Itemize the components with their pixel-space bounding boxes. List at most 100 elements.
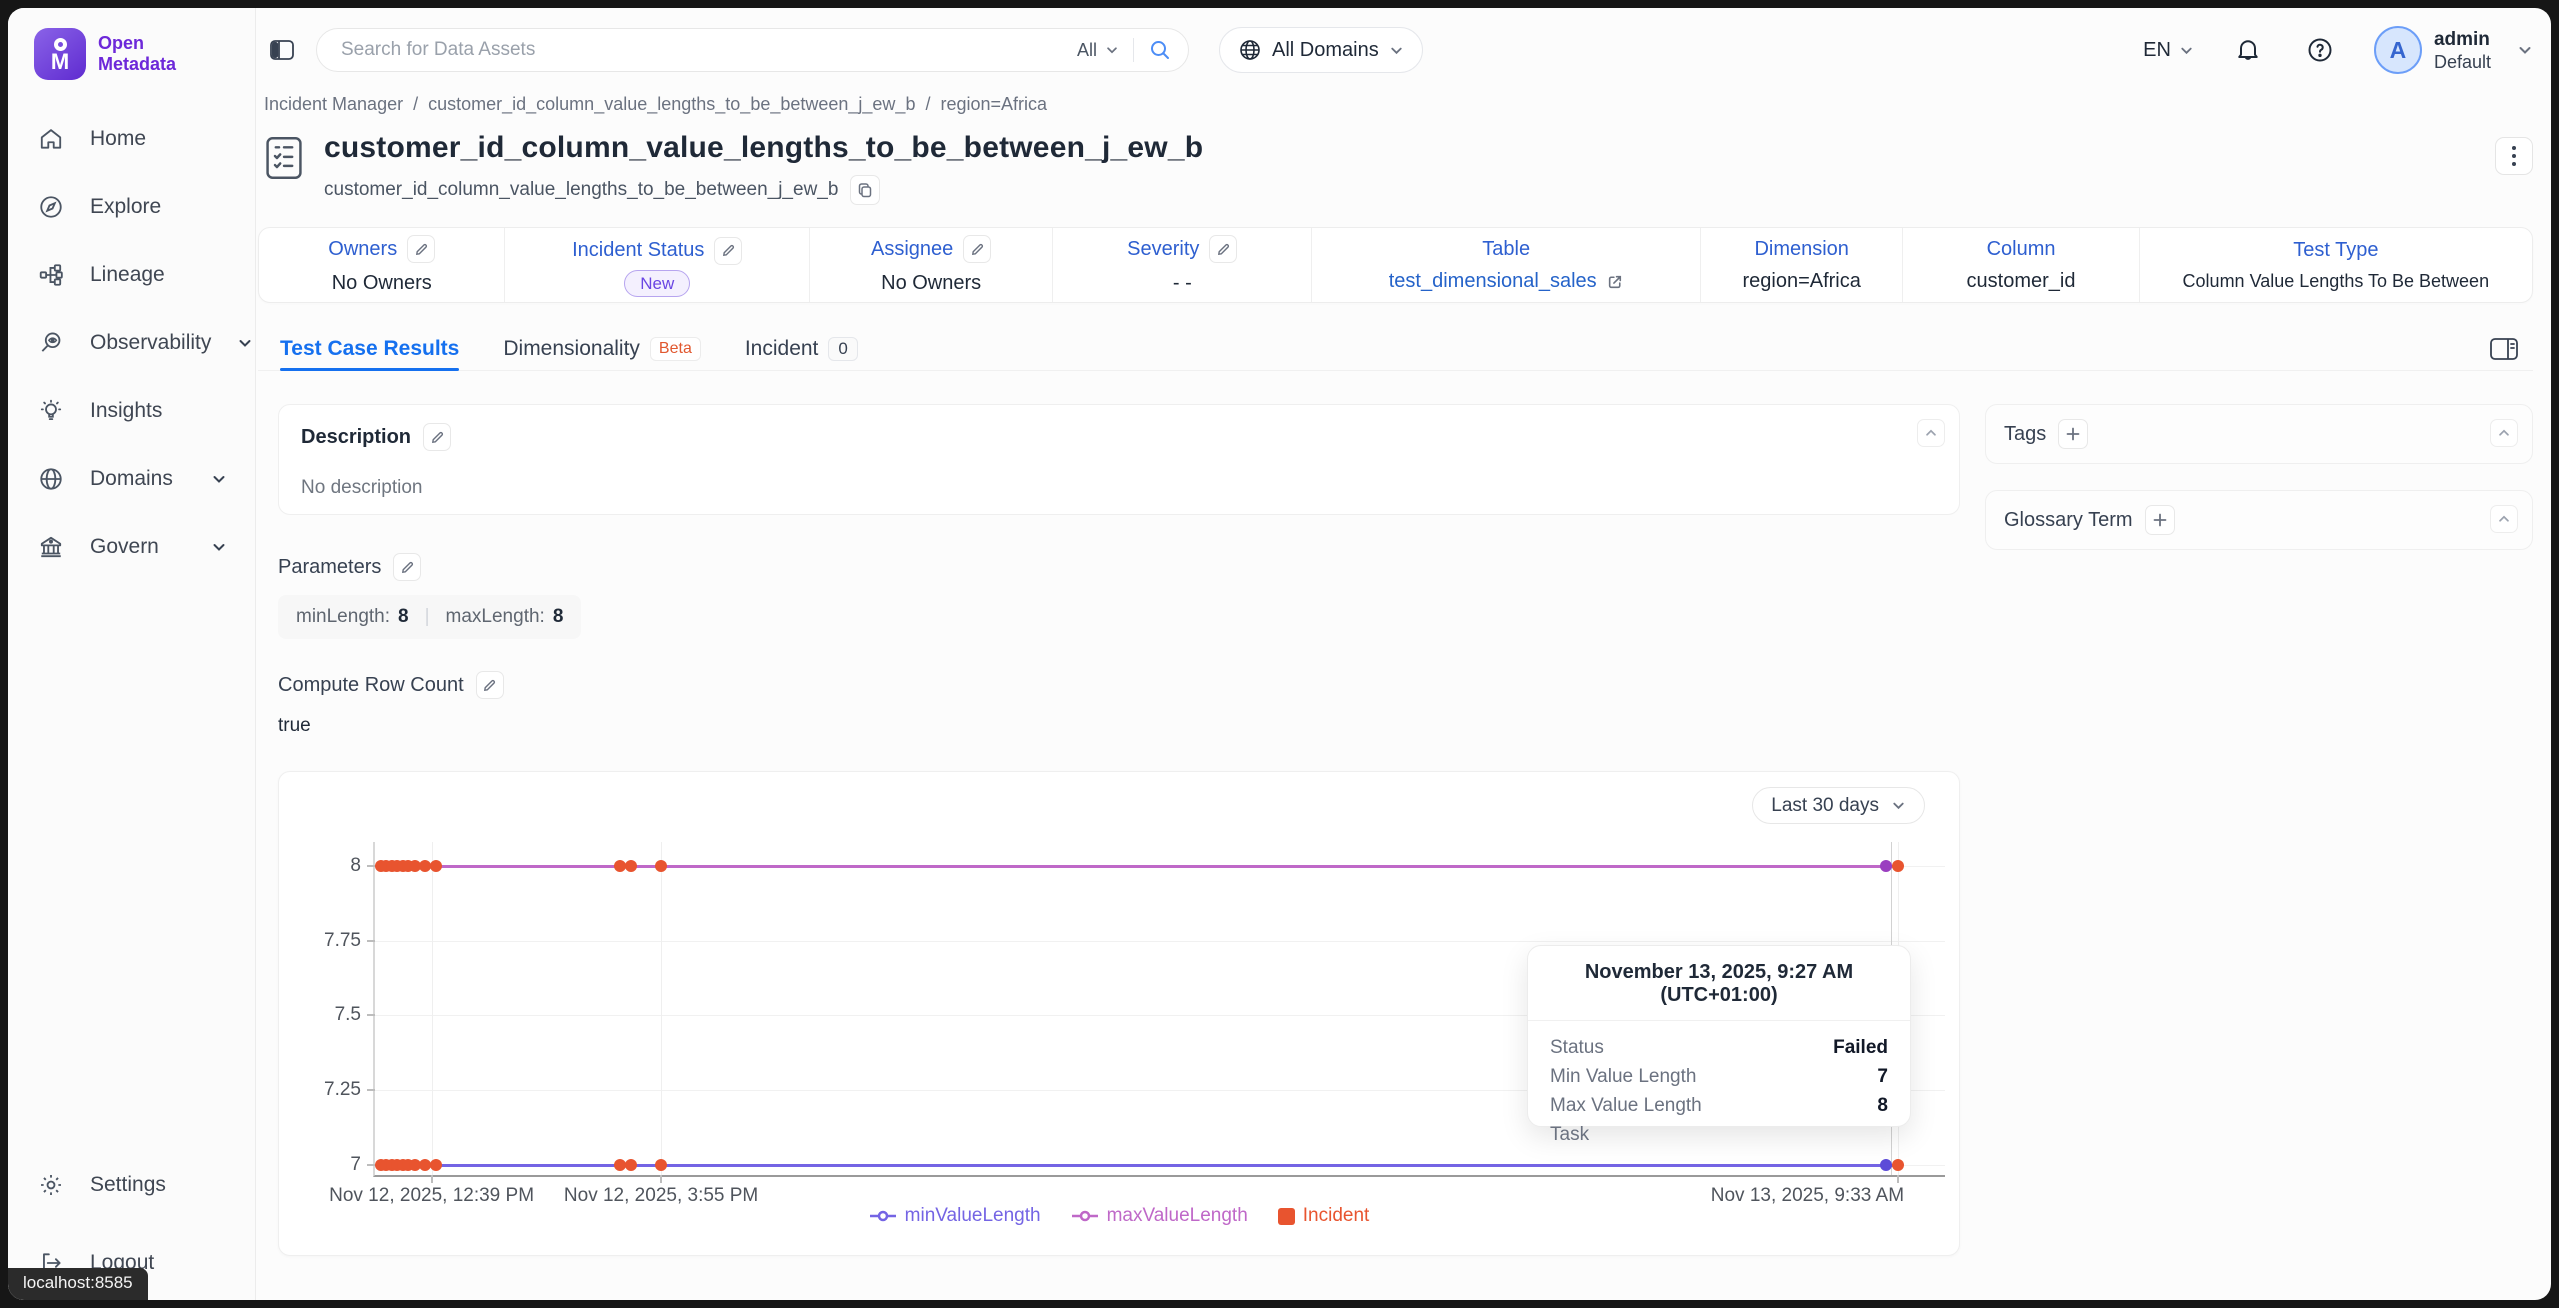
status-badge[interactable]: New	[624, 270, 690, 297]
sidebar-item-lineage[interactable]: Lineage	[38, 256, 255, 294]
time-range-select[interactable]: Last 30 days	[1752, 787, 1925, 824]
tab-bar: Test Case Results Dimensionality Beta In…	[258, 327, 2533, 371]
sidebar-item-domains[interactable]: Domains	[38, 460, 255, 498]
legend-min-value-length[interactable]: minValueLength	[869, 1205, 1041, 1227]
tooltip-label: Min Value Length	[1550, 1062, 1696, 1091]
breadcrumb-separator: /	[413, 94, 418, 115]
owners-label: Owners	[328, 238, 397, 261]
edit-pencil-icon[interactable]	[714, 237, 742, 265]
tab-test-case-results[interactable]: Test Case Results	[280, 327, 459, 370]
tooltip-row-task: Task	[1550, 1120, 1888, 1149]
summary-test-type: Test Type Column Value Lengths To Be Bet…	[2139, 228, 2532, 302]
collapse-chevron-up-icon[interactable]	[1917, 419, 1945, 447]
sidebar-item-insights[interactable]: Insights	[38, 392, 255, 430]
notifications-bell-icon[interactable]	[2230, 32, 2266, 68]
add-glossary-plus-icon[interactable]	[2145, 505, 2175, 535]
sidebar: M Open Metadata Home	[8, 8, 256, 1300]
language-select[interactable]: EN	[2143, 39, 2194, 62]
y-tick: 7.5	[335, 1004, 361, 1026]
all-domains-button[interactable]: All Domains	[1219, 27, 1423, 73]
legend-incident[interactable]: Incident	[1278, 1205, 1370, 1227]
sidebar-toggle-icon[interactable]	[264, 32, 300, 68]
search-scope-value: All	[1077, 40, 1097, 61]
app-logo[interactable]: M Open Metadata	[8, 28, 255, 80]
edit-pencil-icon[interactable]	[1209, 235, 1237, 263]
tab-incident[interactable]: Incident 0	[745, 327, 858, 370]
help-icon[interactable]	[2302, 32, 2338, 68]
breadcrumb-test-case[interactable]: customer_id_column_value_lengths_to_be_b…	[428, 94, 915, 115]
edit-pencil-icon[interactable]	[423, 423, 451, 451]
chart-plot[interactable]: 8 7.75 7.5 7.25 7 Nov 12, 2025, 12:39 PM…	[373, 842, 1945, 1177]
search-icon[interactable]	[1148, 38, 1172, 62]
param-value: 8	[553, 606, 564, 628]
sidebar-item-explore[interactable]: Explore	[38, 188, 255, 226]
avatar-initial: A	[2390, 37, 2407, 64]
screen: M Open Metadata Home	[0, 0, 2559, 1308]
top-navbar: All All Domains	[258, 8, 2533, 92]
parameters-label: Parameters	[278, 556, 381, 579]
time-range-value: Last 30 days	[1771, 795, 1879, 817]
tab-dimensionality[interactable]: Dimensionality Beta	[503, 327, 700, 370]
add-tag-plus-icon[interactable]	[2058, 419, 2088, 449]
navbar-right: EN A admin Def	[2143, 26, 2533, 74]
tooltip-label: Max Value Length	[1550, 1091, 1702, 1120]
severity-label: Severity	[1127, 238, 1199, 261]
sidebar-item-govern[interactable]: Govern	[38, 528, 255, 566]
sidebar-item-label: Domains	[90, 467, 173, 491]
tooltip-value: 7	[1877, 1062, 1888, 1091]
chevron-down-icon	[237, 335, 253, 351]
observability-icon	[38, 330, 64, 356]
sidebar-nav: Home Explore Lineage	[8, 120, 255, 566]
copy-icon[interactable]	[850, 175, 880, 205]
line-marker-icon	[869, 1209, 897, 1223]
table-link[interactable]: test_dimensional_sales	[1389, 270, 1597, 293]
user-info: admin Default	[2434, 28, 2491, 73]
test-type-value: Column Value Lengths To Be Between	[2183, 271, 2490, 292]
brand-text: Open Metadata	[98, 33, 176, 75]
sidebar-item-label: Insights	[90, 399, 162, 423]
param-separator: |	[425, 606, 430, 628]
home-icon	[38, 126, 64, 152]
edit-pencil-icon[interactable]	[476, 671, 504, 699]
app-window: M Open Metadata Home	[8, 8, 2551, 1300]
param-value: 8	[398, 606, 409, 628]
assignee-label: Assignee	[871, 238, 953, 261]
summary-dimension: Dimension region=Africa	[1700, 228, 1902, 302]
sidebar-item-home[interactable]: Home	[38, 120, 255, 158]
search-input[interactable]	[341, 39, 1077, 61]
edit-pencil-icon[interactable]	[963, 235, 991, 263]
breadcrumb-incident-manager[interactable]: Incident Manager	[264, 94, 403, 115]
panel-layout-toggle-icon[interactable]	[2489, 336, 2519, 362]
edit-pencil-icon[interactable]	[407, 235, 435, 263]
compute-row-count-value: true	[278, 715, 1960, 737]
sidebar-item-observability[interactable]: Observability	[38, 324, 255, 362]
collapse-chevron-up-icon[interactable]	[2490, 505, 2518, 533]
y-tick: 7	[350, 1154, 361, 1176]
more-actions-kebab-icon[interactable]	[2495, 137, 2533, 175]
sidebar-item-label: Settings	[90, 1173, 166, 1197]
user-menu[interactable]: A admin Default	[2374, 26, 2533, 74]
breadcrumb-dimension[interactable]: region=Africa	[940, 94, 1047, 115]
legend-label: Incident	[1303, 1205, 1370, 1227]
description-empty-text: No description	[301, 477, 1937, 499]
edit-pencil-icon[interactable]	[393, 553, 421, 581]
summary-column: Column customer_id	[1902, 228, 2138, 302]
tooltip-row-max: Max Value Length 8	[1550, 1091, 1888, 1120]
summary-owners: Owners No Owners	[259, 228, 504, 302]
left-column: Description No description Parameters	[278, 404, 1960, 1256]
legend-max-value-length[interactable]: maxValueLength	[1071, 1205, 1248, 1227]
sidebar-item-settings[interactable]: Settings	[38, 1166, 255, 1204]
owners-value: No Owners	[332, 272, 432, 295]
lineage-icon	[38, 262, 64, 288]
line-marker-icon	[1071, 1209, 1099, 1223]
external-link-icon[interactable]	[1607, 273, 1624, 290]
chevron-down-icon	[2517, 42, 2533, 58]
tags-title: Tags	[2004, 423, 2046, 446]
search-scope-select[interactable]: All	[1077, 40, 1119, 61]
chevron-down-icon	[1389, 43, 1404, 58]
collapse-chevron-up-icon[interactable]	[2490, 419, 2518, 447]
globe-icon	[38, 466, 64, 492]
insights-icon	[38, 398, 64, 424]
summary-strip: Owners No Owners Incident Status New Ass…	[258, 227, 2533, 303]
x-tick: Nov 13, 2025, 9:33 AM	[1711, 1185, 1904, 1207]
